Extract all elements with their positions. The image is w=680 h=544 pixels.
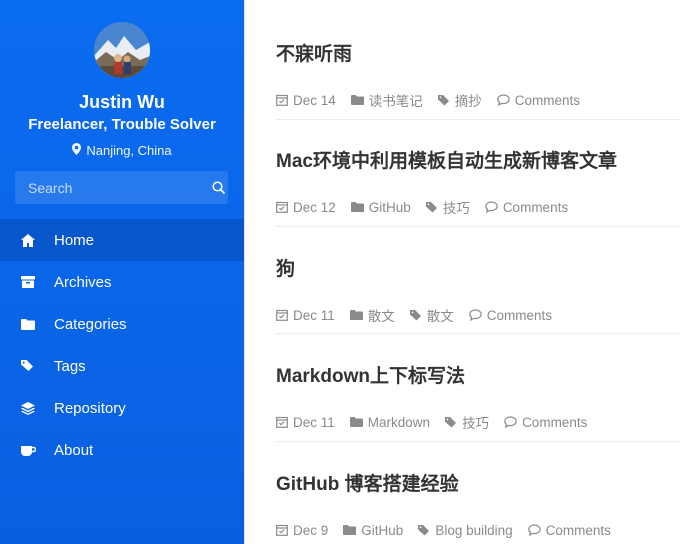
post-tag[interactable]: 技巧 <box>425 197 470 217</box>
sidebar-item-label: Tags <box>54 357 86 375</box>
calendar-icon <box>276 201 288 213</box>
post-comments[interactable]: Comments <box>485 200 568 215</box>
sidebar: Justin Wu Freelancer, Trouble Solver Nan… <box>0 0 244 544</box>
folder-icon <box>343 525 357 535</box>
sidebar-item-label: About <box>54 441 94 459</box>
folder-icon <box>350 95 364 105</box>
comment-icon <box>527 524 541 536</box>
post-comments[interactable]: Comments <box>496 93 580 108</box>
sidebar-item-repository[interactable]: Repository <box>0 387 244 429</box>
post-list: 不寐听雨 Dec 14 读书笔记 摘抄 Comments Mac环境中利用模板自… <box>244 0 680 544</box>
post-date: Dec 11 <box>276 415 335 430</box>
sidebar-item-label: Repository <box>54 399 126 417</box>
post-title[interactable]: GitHub 博客搭建经验 <box>276 470 680 500</box>
sidebar-item-label: Archives <box>54 273 112 291</box>
post-category[interactable]: GitHub <box>350 200 411 215</box>
calendar-icon <box>276 416 288 428</box>
post-tag[interactable]: 技巧 <box>445 412 489 432</box>
sidebar-item-about[interactable]: About <box>0 429 244 471</box>
coffee-icon <box>20 442 36 458</box>
search-icon[interactable] <box>209 171 228 204</box>
tag-icon <box>418 524 430 536</box>
list-item: Mac环境中利用模板自动生成新博客文章 Dec 12 GitHub 技巧 Com… <box>276 147 680 227</box>
post-tag[interactable]: 摘抄 <box>437 90 482 110</box>
avatar[interactable] <box>94 22 150 78</box>
sidebar-item-label: Categories <box>54 315 127 333</box>
calendar-icon <box>276 309 288 321</box>
post-date: Dec 9 <box>276 523 328 538</box>
comment-icon <box>496 94 510 106</box>
tag-icon <box>409 309 422 321</box>
post-date: Dec 14 <box>276 93 336 108</box>
tag-icon <box>445 416 457 428</box>
tag-icon <box>437 94 450 106</box>
post-meta: Dec 12 GitHub 技巧 Comments <box>276 197 680 217</box>
post-meta: Dec 14 读书笔记 摘抄 Comments <box>276 90 680 110</box>
comment-icon <box>468 309 482 321</box>
post-title[interactable]: 不寐听雨 <box>276 40 680 70</box>
comment-icon <box>485 201 498 213</box>
post-comments[interactable]: Comments <box>504 415 587 430</box>
post-title[interactable]: 狗 <box>276 255 680 285</box>
list-item: 狗 Dec 11 散文 散文 Comments <box>276 255 680 334</box>
sidebar-item-home[interactable]: Home <box>0 219 244 261</box>
sidebar-item-tags[interactable]: Tags <box>0 345 244 387</box>
post-meta: Dec 11 Markdown 技巧 Comments <box>276 412 680 432</box>
post-tag[interactable]: 散文 <box>409 305 454 325</box>
folder-icon <box>349 417 363 427</box>
sidebar-item-categories[interactable]: Categories <box>0 303 244 345</box>
post-comments[interactable]: Comments <box>527 523 611 538</box>
post-title[interactable]: Markdown上下标写法 <box>276 362 680 392</box>
search-box <box>15 171 228 204</box>
layers-icon <box>20 400 36 416</box>
list-item: Markdown上下标写法 Dec 11 Markdown 技巧 Comment… <box>276 362 680 442</box>
sidebar-item-label: Home <box>54 231 95 249</box>
tags-icon <box>20 358 36 374</box>
folder-icon <box>349 310 363 320</box>
profile-name: Justin Wu <box>79 92 165 112</box>
avatar-photo <box>94 22 150 78</box>
post-title[interactable]: Mac环境中利用模板自动生成新博客文章 <box>276 147 680 177</box>
post-category[interactable]: GitHub <box>343 523 403 538</box>
sidebar-item-archives[interactable]: Archives <box>0 261 244 303</box>
calendar-icon <box>276 94 288 106</box>
calendar-icon <box>276 524 288 536</box>
post-category[interactable]: 读书笔记 <box>350 90 423 110</box>
tag-icon <box>425 201 438 213</box>
post-comments[interactable]: Comments <box>468 308 552 323</box>
profile-title: Freelancer, Trouble Solver <box>28 116 216 133</box>
list-item: GitHub 博客搭建经验 Dec 9 GitHub Blog building… <box>276 470 680 544</box>
list-item: 不寐听雨 Dec 14 读书笔记 摘抄 Comments <box>276 40 680 120</box>
folder-icon <box>20 316 36 332</box>
post-tag[interactable]: Blog building <box>418 523 513 538</box>
home-icon <box>20 232 36 248</box>
search-input[interactable] <box>15 171 209 204</box>
blog-app: Justin Wu Freelancer, Trouble Solver Nan… <box>0 0 680 544</box>
map-marker-icon <box>72 143 82 158</box>
post-date: Dec 11 <box>276 308 335 323</box>
sidebar-nav: Home Archives Categories Tags Repository… <box>0 219 244 471</box>
profile-location: Nanjing, China <box>0 143 244 158</box>
post-category[interactable]: 散文 <box>349 305 395 325</box>
archive-icon <box>20 274 36 290</box>
post-date: Dec 12 <box>276 200 336 215</box>
post-meta: Dec 9 GitHub Blog building Comments <box>276 520 680 540</box>
folder-icon <box>350 202 364 212</box>
comment-icon <box>504 416 517 428</box>
post-meta: Dec 11 散文 散文 Comments <box>276 305 680 325</box>
post-category[interactable]: Markdown <box>349 415 430 430</box>
location-text: Nanjing, China <box>86 143 172 158</box>
